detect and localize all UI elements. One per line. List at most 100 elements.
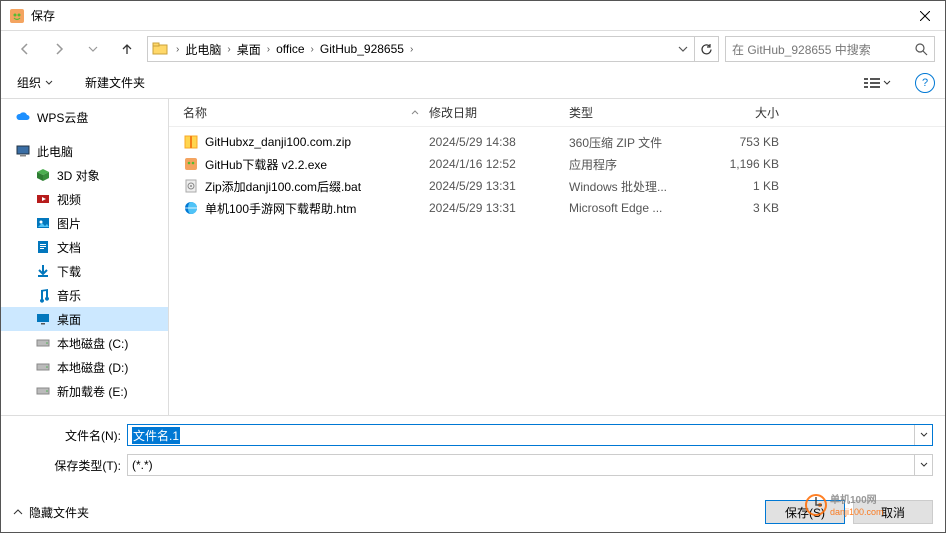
title-bar: 保存 <box>1 1 945 31</box>
filename-dropdown[interactable] <box>914 425 932 445</box>
sidebar-item[interactable]: 音乐 <box>1 283 168 307</box>
file-name: GitHubxz_danji100.com.zip <box>205 135 351 149</box>
sidebar-label: 下载 <box>57 263 81 280</box>
filename-label: 文件名(N): <box>13 427 127 444</box>
app-icon <box>9 8 25 24</box>
breadcrumb-dropdown[interactable] <box>672 44 694 54</box>
search-icon <box>915 43 928 56</box>
crumb-github[interactable]: GitHub_928655 <box>318 42 406 56</box>
file-size: 753 KB <box>709 135 799 149</box>
sidebar-item[interactable]: 本地磁盘 (D:) <box>1 355 168 379</box>
search-placeholder: 在 GitHub_928655 中搜索 <box>732 41 871 58</box>
header-type[interactable]: 类型 <box>569 104 709 121</box>
chevron-right-icon: › <box>406 44 417 55</box>
sidebar-item[interactable]: 桌面 <box>1 307 168 331</box>
sidebar-label: 新加载卷 (E:) <box>57 383 128 400</box>
sidebar-label: 文档 <box>57 239 81 256</box>
pc-icon <box>15 143 31 159</box>
sidebar-label: 音乐 <box>57 287 81 304</box>
file-row[interactable]: Zip添加danji100.com后缀.bat2024/5/29 13:31Wi… <box>169 175 945 197</box>
recent-button[interactable] <box>79 35 107 63</box>
file-type: 应用程序 <box>569 156 709 173</box>
folder-icon <box>152 41 168 57</box>
image-icon <box>35 215 51 231</box>
back-button[interactable] <box>11 35 39 63</box>
sidebar-item-pc[interactable]: 此电脑 <box>1 139 168 163</box>
sidebar-item[interactable]: 图片 <box>1 211 168 235</box>
sidebar-item[interactable]: 文档 <box>1 235 168 259</box>
crumb-office[interactable]: office <box>274 42 306 56</box>
view-mode-button[interactable] <box>859 72 895 94</box>
search-input[interactable]: 在 GitHub_928655 中搜索 <box>725 36 935 62</box>
drive-icon <box>35 359 51 375</box>
save-form: 文件名(N): 文件名.1 保存类型(T): (*.*) <box>1 416 945 492</box>
chevron-right-icon: › <box>263 44 274 55</box>
sidebar-label: 图片 <box>57 215 81 232</box>
file-size: 1,196 KB <box>709 157 799 171</box>
type-label: 保存类型(T): <box>13 457 127 474</box>
file-type: Microsoft Edge ... <box>569 201 709 215</box>
chevron-up-icon <box>13 507 23 517</box>
download-icon <box>35 263 51 279</box>
organize-button[interactable]: 组织 <box>11 70 59 95</box>
doc-icon <box>35 239 51 255</box>
chevron-right-icon: › <box>223 44 234 55</box>
sidebar-item-wps[interactable]: WPS云盘 <box>1 105 168 129</box>
filename-value: 文件名.1 <box>132 427 180 444</box>
file-date: 2024/1/16 12:52 <box>429 157 569 171</box>
video-icon <box>35 191 51 207</box>
cancel-button[interactable]: 取消 <box>853 500 933 524</box>
header-name[interactable]: 名称 <box>169 104 429 121</box>
filename-input[interactable]: 文件名.1 <box>127 424 933 446</box>
file-size: 1 KB <box>709 179 799 193</box>
drive-icon <box>35 335 51 351</box>
file-list: 名称 修改日期 类型 大小 GitHubxz_danji100.com.zip2… <box>169 99 945 415</box>
hide-label: 隐藏文件夹 <box>29 504 89 521</box>
sidebar-item[interactable]: 本地磁盘 (C:) <box>1 331 168 355</box>
type-select[interactable]: (*.*) <box>127 454 933 476</box>
sidebar-label: 桌面 <box>57 311 81 328</box>
drive-icon <box>35 383 51 399</box>
file-row[interactable]: GitHubxz_danji100.com.zip2024/5/29 14:38… <box>169 131 945 153</box>
sidebar-label: WPS云盘 <box>37 109 88 126</box>
save-button[interactable]: 保存(S) <box>765 500 845 524</box>
sidebar-item[interactable]: 下载 <box>1 259 168 283</box>
file-rows: GitHubxz_danji100.com.zip2024/5/29 14:38… <box>169 127 945 415</box>
nav-row: › 此电脑 › 桌面 › office › GitHub_928655 › 在 … <box>1 31 945 67</box>
up-button[interactable] <box>113 35 141 63</box>
new-folder-button[interactable]: 新建文件夹 <box>79 70 151 95</box>
sidebar-item[interactable]: 视频 <box>1 187 168 211</box>
file-row[interactable]: GitHub下载器 v2.2.exe 2024/1/16 12:52应用程序1,1… <box>169 153 945 175</box>
forward-button[interactable] <box>45 35 73 63</box>
file-icon <box>183 156 199 172</box>
breadcrumb[interactable]: › 此电脑 › 桌面 › office › GitHub_928655 › <box>147 36 719 62</box>
type-dropdown[interactable] <box>914 455 932 475</box>
main-content: WPS云盘 此电脑 3D 对象视频图片文档下载音乐桌面本地磁盘 (C:)本地磁盘… <box>1 99 945 416</box>
crumb-desktop[interactable]: 桌面 <box>235 41 263 58</box>
sidebar-label: 3D 对象 <box>57 167 100 184</box>
close-button[interactable] <box>905 1 945 31</box>
header-size[interactable]: 大小 <box>709 104 799 121</box>
chevron-right-icon: › <box>307 44 318 55</box>
music-icon <box>35 287 51 303</box>
file-type: Windows 批处理... <box>569 178 709 195</box>
file-size: 3 KB <box>709 201 799 215</box>
sidebar-item[interactable]: 3D 对象 <box>1 163 168 187</box>
refresh-button[interactable] <box>694 37 718 61</box>
sidebar: WPS云盘 此电脑 3D 对象视频图片文档下载音乐桌面本地磁盘 (C:)本地磁盘… <box>1 99 169 415</box>
file-name: GitHub下载器 v2.2.exe <box>205 156 327 173</box>
footer: 隐藏文件夹 保存(S) 取消 单机100网 danji100.com <box>1 492 945 532</box>
sidebar-item[interactable]: 新加载卷 (E:) <box>1 379 168 403</box>
sidebar-label: 视频 <box>57 191 81 208</box>
chevron-right-icon: › <box>172 44 183 55</box>
crumb-pc[interactable]: 此电脑 <box>183 41 223 58</box>
file-date: 2024/5/29 13:31 <box>429 201 569 215</box>
header-date[interactable]: 修改日期 <box>429 104 569 121</box>
file-icon <box>183 134 199 150</box>
column-headers: 名称 修改日期 类型 大小 <box>169 99 945 127</box>
file-row[interactable]: 单机100手游网下载帮助.htm2024/5/29 13:31Microsoft… <box>169 197 945 219</box>
hide-folders-button[interactable]: 隐藏文件夹 <box>13 504 89 521</box>
help-button[interactable]: ? <box>915 73 935 93</box>
chevron-down-icon <box>883 79 891 87</box>
file-icon <box>183 178 199 194</box>
